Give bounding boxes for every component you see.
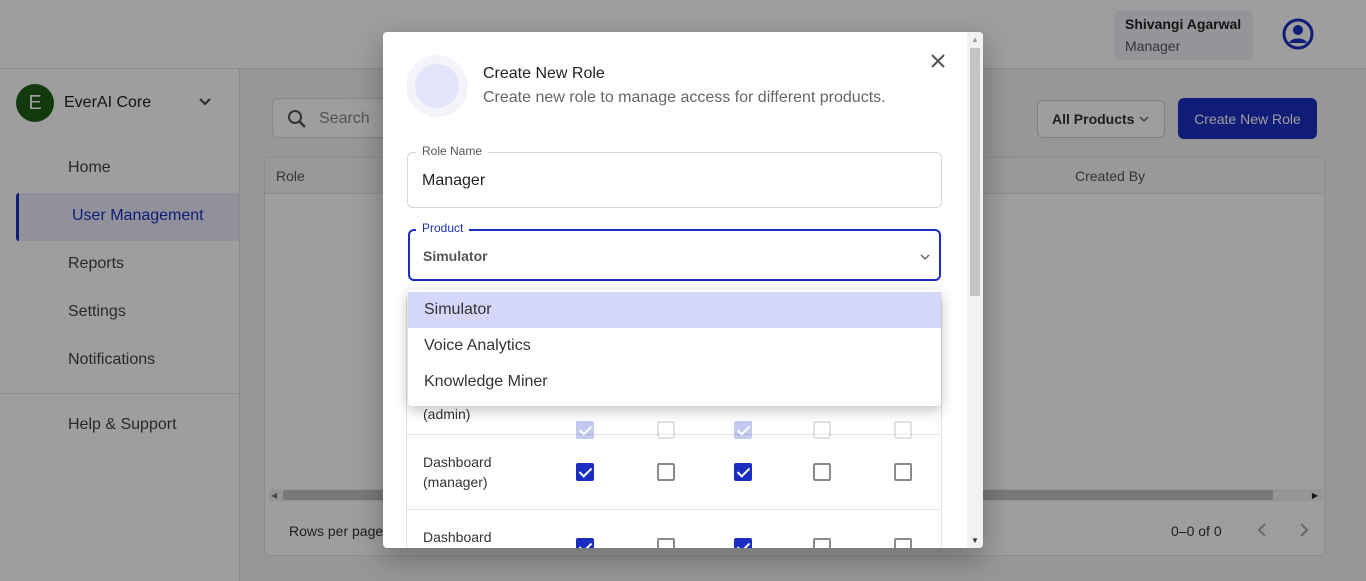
permission-checkbox[interactable] [657, 463, 675, 481]
dialog-subtitle: Create new role to manage access for dif… [483, 89, 886, 106]
dropdown-option-simulator[interactable]: Simulator [408, 292, 941, 328]
product-select[interactable]: Product Simulator [408, 221, 941, 281]
permission-row-label: (admin) [423, 406, 471, 422]
product-value: Simulator [423, 248, 488, 264]
role-name-value: Manager [422, 172, 486, 189]
role-name-field[interactable]: Role Name Manager [407, 144, 942, 208]
permission-checkbox[interactable] [813, 538, 831, 548]
vertical-scrollbar[interactable]: ▲ ▼ [967, 32, 983, 548]
permission-checkbox[interactable] [813, 463, 831, 481]
table-row: Dashboard (manager) [407, 435, 941, 510]
dropdown-option-voice-analytics[interactable]: Voice Analytics [408, 328, 941, 364]
permission-checkbox[interactable] [576, 463, 594, 481]
product-dropdown-menu: Simulator Voice Analytics Knowledge Mine… [408, 290, 941, 406]
role-name-label: Role Name [416, 144, 489, 158]
scroll-down-icon[interactable]: ▼ [971, 536, 979, 545]
dropdown-option-knowledge-miner[interactable]: Knowledge Miner [408, 364, 941, 400]
permission-checkbox[interactable] [657, 538, 675, 548]
scrollbar-thumb[interactable] [970, 48, 980, 296]
scroll-up-icon[interactable]: ▲ [971, 35, 979, 44]
product-label: Product [416, 221, 470, 235]
permission-row-label: Dashboard [423, 529, 492, 545]
permission-checkbox[interactable] [894, 463, 912, 481]
permission-checkbox[interactable] [576, 538, 594, 548]
dialog-icon [406, 55, 468, 117]
dialog-title: Create New Role [483, 65, 605, 82]
permission-checkbox[interactable] [734, 538, 752, 548]
close-icon[interactable] [928, 51, 948, 71]
permission-checkbox[interactable] [894, 538, 912, 548]
table-row: Dashboard [407, 510, 941, 548]
permission-row-label: Dashboard (manager) [423, 454, 492, 490]
permission-checkbox[interactable] [734, 463, 752, 481]
chevron-down-icon[interactable] [919, 251, 931, 263]
